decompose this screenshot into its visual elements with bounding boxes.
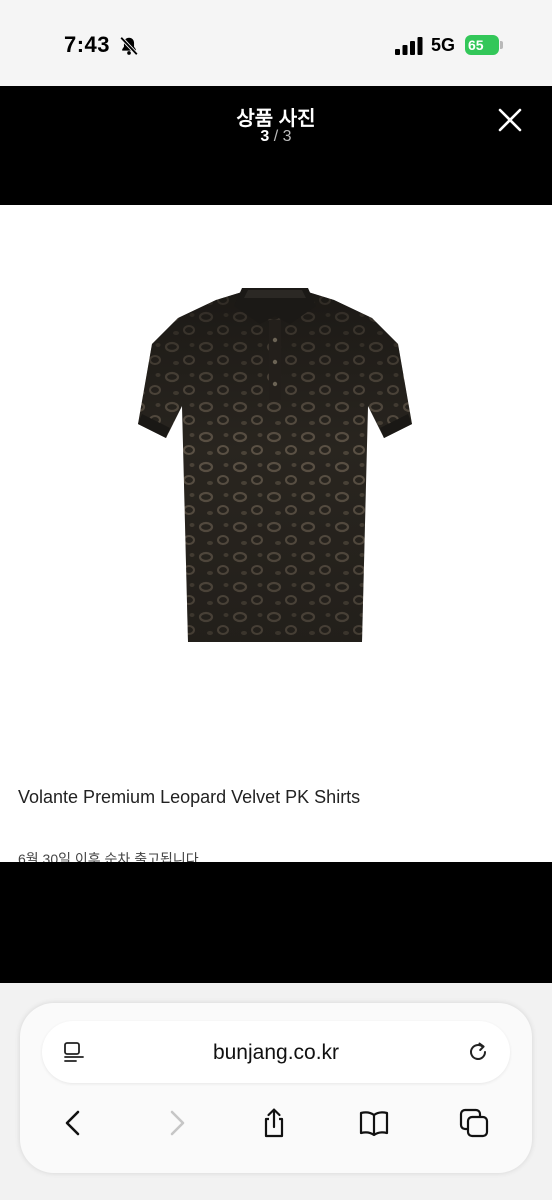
url-text[interactable]: bunjang.co.kr xyxy=(42,1041,510,1065)
battery-tip xyxy=(500,41,503,49)
photo-counter-separator: / xyxy=(269,128,283,145)
reload-icon[interactable] xyxy=(466,1040,490,1064)
photo-viewer-header: 상품 사진 3 / 3 xyxy=(0,86,552,205)
browser-panel: bunjang.co.kr xyxy=(20,1003,532,1173)
chevron-left-icon[interactable] xyxy=(58,1107,90,1139)
bell-slash-icon xyxy=(119,36,139,56)
product-photo xyxy=(138,288,412,642)
share-icon[interactable] xyxy=(258,1107,290,1139)
tabs-icon[interactable] xyxy=(458,1107,490,1139)
photo-content: Volante Premium Leopard Velvet PK Shirts… xyxy=(0,205,552,862)
address-bar[interactable]: bunjang.co.kr xyxy=(42,1021,510,1083)
photo-counter-total: 3 xyxy=(282,128,292,145)
status-time: 7:43 xyxy=(64,32,111,57)
photo-counter-current: 3 xyxy=(260,128,270,145)
battery-level: 65 xyxy=(465,35,499,55)
product-note: 6월 30일 이후 순차 출고됩니다 xyxy=(18,851,199,862)
browser-toolbar: bunjang.co.kr xyxy=(0,983,552,1200)
product-title: Volante Premium Leopard Velvet PK Shirts xyxy=(18,787,361,807)
book-icon[interactable] xyxy=(358,1107,390,1139)
network-label: 5G xyxy=(431,35,456,55)
chevron-right-icon[interactable] xyxy=(160,1107,192,1139)
signal-bars-icon xyxy=(395,37,423,55)
photo-counter: 3 / 3 xyxy=(0,128,552,146)
close-icon[interactable] xyxy=(492,102,528,138)
status-bar: 7:43 5G 65 xyxy=(0,0,552,86)
viewer-title: 상품 사진 xyxy=(236,108,316,130)
browser-nav-row xyxy=(20,1099,532,1149)
battery-indicator: 65 xyxy=(465,35,503,55)
bottom-black-band xyxy=(0,862,552,983)
